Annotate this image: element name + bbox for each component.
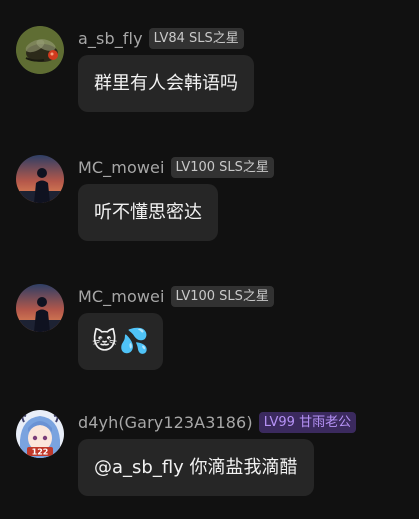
- avatar-number-text: 122: [32, 448, 49, 457]
- sunset-silhouette-avatar-icon: [16, 155, 64, 203]
- level-badge: LV99 甘雨老公: [258, 411, 357, 433]
- level-badge: LV100 SLS之星: [170, 156, 274, 178]
- user-avatar-mowei[interactable]: [16, 155, 64, 203]
- message-bubble[interactable]: 听不懂思密达: [78, 184, 218, 241]
- chat-message-list: a_sb_fly LV84 SLS之星 群里有人会韩语吗 MC_mowei LV…: [0, 0, 419, 519]
- message-meta: MC_mowei LV100 SLS之星: [78, 155, 274, 179]
- username[interactable]: d4yh(Gary123A3186): [78, 413, 253, 432]
- fly-photo-avatar-icon: [16, 26, 64, 74]
- user-avatar-mowei[interactable]: [16, 284, 64, 332]
- message-bubble[interactable]: 群里有人会韩语吗: [78, 55, 254, 112]
- level-badge: LV84 SLS之星: [148, 27, 244, 49]
- username[interactable]: MC_mowei: [78, 287, 165, 306]
- sunset-silhouette-avatar-icon: [16, 284, 64, 332]
- user-avatar-fly[interactable]: [16, 26, 64, 74]
- anime-girl-avatar-icon: 122: [16, 410, 64, 458]
- message-meta: a_sb_fly LV84 SLS之星: [78, 26, 244, 50]
- level-badge: LV100 SLS之星: [170, 285, 274, 307]
- message-meta: MC_mowei LV100 SLS之星: [78, 284, 274, 308]
- username[interactable]: MC_mowei: [78, 158, 165, 177]
- message-meta: d4yh(Gary123A3186) LV99 甘雨老公: [78, 410, 357, 434]
- message-bubble[interactable]: @a_sb_fly 你滴盐我滴醋: [78, 439, 314, 496]
- user-avatar-d4yh[interactable]: 122: [16, 410, 64, 458]
- cat-face-emoji: 🐱: [92, 327, 118, 355]
- message-bubble[interactable]: 🐱 💦: [78, 313, 163, 370]
- sweat-droplets-emoji: 💦: [119, 327, 149, 355]
- username[interactable]: a_sb_fly: [78, 29, 143, 48]
